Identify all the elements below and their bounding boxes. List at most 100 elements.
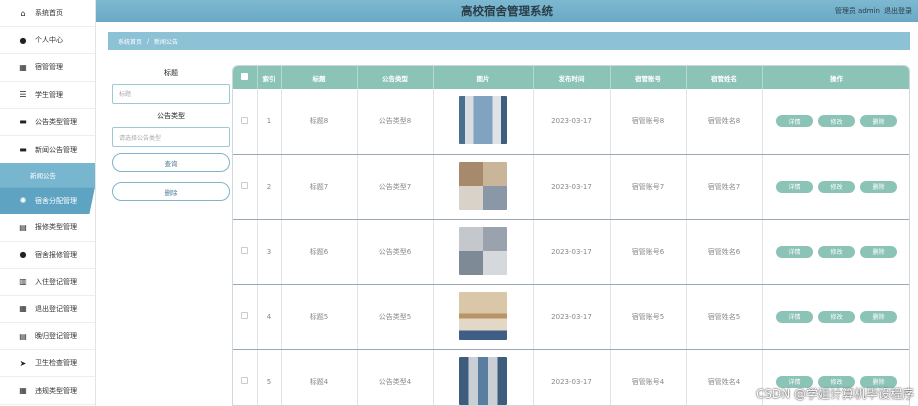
sidebar-item-home[interactable]: ⌂ 系统首页	[0, 0, 95, 28]
cell-index: 4	[257, 284, 282, 350]
cell-name: 宿管姓名7	[686, 154, 763, 220]
sidebar-item-label: 宿舍分配管理	[35, 196, 77, 205]
col-account: 宿管账号	[610, 66, 687, 89]
breadcrumb-home[interactable]: 系统首页	[118, 37, 142, 46]
app-root: ⌂ 系统首页 ● 个人中心 ▦ 宿管管理 ☰ 学生管理 ▬ 公告类型管理 ▬ 新闻公告管理 …	[0, 0, 918, 406]
cell-title: 标题8	[281, 89, 358, 155]
cell-name: 宿管姓名8	[686, 89, 763, 155]
breadcrumb: 系统首页 / 新闻公告	[108, 32, 910, 50]
sidebar-item-checkin[interactable]: ▥ 入住登记管理	[0, 269, 95, 296]
cell-image	[433, 154, 534, 220]
col-time: 发布时间	[533, 66, 611, 89]
sidebar-item-label: 退出登记管理	[35, 304, 77, 313]
search-panel: 标题 公告类型 请选择公告类型 查询 删除	[112, 68, 230, 201]
detail-button[interactable]: 详情	[776, 310, 813, 323]
grid-icon: ▦	[19, 386, 27, 396]
logout-link[interactable]: 退出登录	[884, 6, 912, 16]
col-type: 公告类型	[357, 66, 434, 89]
sidebar-subitem-news[interactable]: 新闻公告	[0, 163, 95, 188]
chart-icon: ▥	[19, 277, 27, 287]
edit-button[interactable]: 修改	[818, 115, 855, 128]
title-label: 标题	[164, 69, 178, 77]
cell-account: 宿管账号6	[610, 219, 687, 285]
send-icon: ➤	[19, 358, 27, 368]
breadcrumb-current: 新闻公告	[154, 38, 179, 46]
clipboard-icon: ▤	[19, 222, 27, 232]
sidebar: ⌂ 系统首页 ● 个人中心 ▦ 宿管管理 ☰ 学生管理 ▬ 公告类型管理 ▬ 新闻公告管理 …	[0, 0, 96, 406]
sidebar-item-hygiene[interactable]: ➤ 卫生检查管理	[0, 350, 95, 378]
table-header: 索引 标题 公告类型 图片 发布时间 宿管账号 宿管姓名 操作	[233, 66, 909, 89]
col-image: 图片	[433, 66, 534, 89]
type-label: 公告类型	[157, 112, 185, 120]
title-input[interactable]	[112, 84, 230, 104]
edit-button[interactable]: 修改	[818, 245, 855, 258]
sidebar-item-label: 晚归登记管理	[35, 332, 77, 341]
cell-type: 公告类型7	[357, 154, 434, 220]
sidebar-item-checkout[interactable]: ▦ 退出登记管理	[0, 296, 95, 324]
row-checkbox[interactable]	[241, 247, 249, 254]
cell-index: 1	[257, 89, 282, 155]
delete-row-button[interactable]: 删除	[860, 310, 897, 323]
cell-actions: 详情 修改 删除	[762, 219, 909, 285]
cell-type: 公告类型6	[357, 219, 434, 285]
cell-name: 宿管姓名6	[686, 219, 763, 285]
table-row: 2 标题7 公告类型7 2023-03-17 宿管账号7 宿管姓名7 详情 修改删…	[233, 154, 909, 220]
query-button[interactable]: 查询	[112, 153, 230, 172]
delete-row-button[interactable]: 删除	[860, 180, 897, 193]
cell-title: 标题6	[281, 219, 358, 285]
row-checkbox[interactable]	[241, 182, 249, 189]
cell-time: 2023-03-17	[533, 284, 611, 350]
detail-button[interactable]: 详情	[776, 180, 813, 193]
row-checkbox[interactable]	[241, 116, 249, 124]
sidebar-item-profile[interactable]: ● 个人中心	[0, 27, 95, 55]
sidebar-item-late-return[interactable]: ▤ 晚归登记管理	[0, 323, 95, 351]
row-checkbox[interactable]	[241, 377, 249, 384]
cell-index: 2	[257, 154, 282, 220]
cell-type: 公告类型8	[357, 89, 434, 155]
col-index: 索引	[257, 66, 282, 89]
cell-account: 宿管账号5	[610, 284, 687, 350]
type-select[interactable]: 请选择公告类型	[112, 127, 230, 147]
sidebar-item-label: 宿管管理	[35, 63, 63, 72]
edit-button[interactable]: 修改	[818, 180, 855, 193]
row-checkbox[interactable]	[241, 312, 249, 319]
breadcrumb-separator: /	[147, 37, 150, 45]
sidebar-item-dorm-allocation[interactable]: ✺ 宿舍分配管理	[0, 187, 95, 215]
select-all-checkbox[interactable]	[241, 73, 249, 80]
dorm-photo	[459, 226, 507, 275]
cell-title: 标题4	[281, 349, 358, 405]
sidebar-item-repair-types[interactable]: ▤ 报修类型管理	[0, 214, 95, 242]
detail-button[interactable]: 详情	[776, 115, 813, 128]
sidebar-item-dorm-repairs[interactable]: ● 宿舍报修管理	[0, 242, 95, 269]
delete-row-button[interactable]: 删除	[860, 245, 897, 258]
data-table: 索引 标题 公告类型 图片 发布时间 宿管账号 宿管姓名 操作 1 标题8 公告…	[232, 65, 910, 406]
sidebar-item-label: 学生管理	[35, 90, 63, 99]
table-row: 1 标题8 公告类型8 2023-03-17 宿管账号8 宿管姓名8 详情 修改删…	[233, 89, 909, 155]
briefcase-icon: ▬	[19, 117, 27, 127]
sidebar-item-label: 公告类型管理	[35, 117, 77, 126]
edit-button[interactable]: 修改	[818, 310, 855, 323]
grid-icon: ▦	[19, 304, 27, 314]
sidebar-item-students[interactable]: ☰ 学生管理	[0, 82, 95, 109]
cell-actions: 详情 修改 删除	[762, 154, 909, 220]
delete-row-button[interactable]: 删除	[860, 115, 897, 128]
sidebar-item-news[interactable]: ▬ 新闻公告管理	[0, 136, 95, 163]
delete-button[interactable]: 删除	[112, 182, 230, 201]
type-select-placeholder: 请选择公告类型	[119, 134, 162, 142]
detail-button[interactable]: 详情	[776, 245, 813, 258]
cell-time: 2023-03-17	[533, 349, 611, 405]
person-icon: ●	[19, 35, 27, 45]
cell-image	[433, 219, 534, 285]
cell-time: 2023-03-17	[533, 89, 611, 155]
grid-icon: ▦	[19, 62, 27, 72]
sidebar-item-notice-types[interactable]: ▬ 公告类型管理	[0, 109, 95, 136]
sidebar-item-label: 新闻公告管理	[35, 145, 77, 154]
sidebar-item-violation-types[interactable]: ▦ 违规类型管理	[0, 377, 95, 405]
dorm-photo	[459, 96, 507, 145]
dorm-photo	[459, 356, 507, 405]
sidebar-item-label: 违规类型管理	[35, 386, 77, 395]
sidebar-item-dorm-managers[interactable]: ▦ 宿管管理	[0, 54, 95, 82]
table-row: 3 标题6 公告类型6 2023-03-17 宿管账号6 宿管姓名6 详情 修改删…	[233, 219, 909, 285]
cell-account: 宿管账号8	[610, 89, 687, 155]
cell-name: 宿管姓名5	[686, 284, 763, 350]
